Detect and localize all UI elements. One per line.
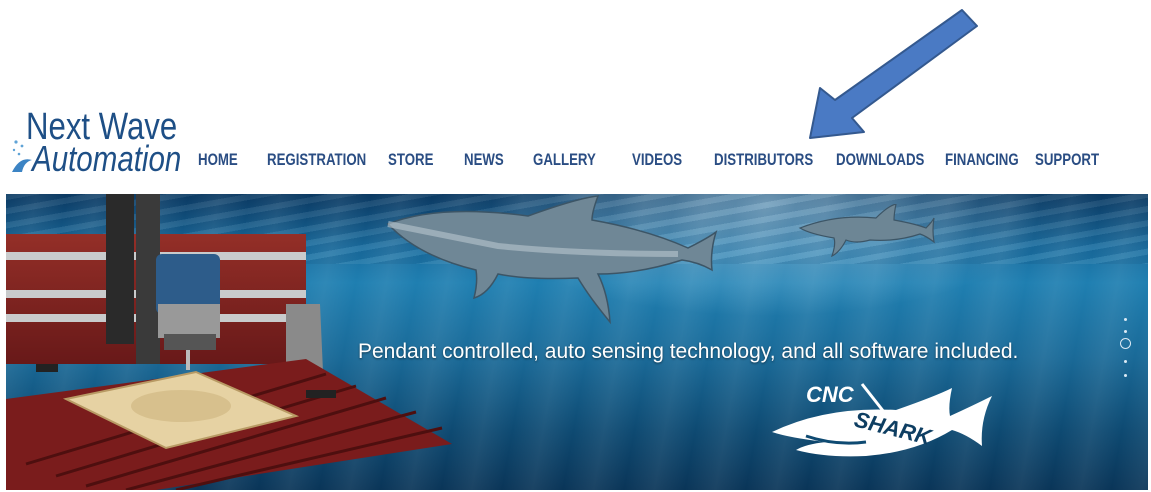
nav-news[interactable]: NEWS (464, 150, 504, 170)
main-nav: HOME REGISTRATION STORE NEWS GALLERY VID… (198, 148, 1135, 172)
logo-line-2: Automation (32, 138, 182, 179)
nav-downloads[interactable]: DOWNLOADS (836, 150, 924, 170)
slider-dot[interactable] (1124, 360, 1127, 363)
slider-dot[interactable] (1124, 374, 1127, 377)
cnc-shark-logo: CNC SHARK (772, 382, 992, 457)
slider-dot-active[interactable] (1120, 338, 1131, 349)
site-logo[interactable]: Next Wave Automation (8, 106, 183, 179)
nav-support[interactable]: SUPPORT (1035, 150, 1099, 170)
nav-financing[interactable]: FINANCING (945, 150, 1019, 170)
nav-store[interactable]: STORE (388, 150, 433, 170)
nav-home[interactable]: HOME (198, 150, 238, 170)
nav-distributors[interactable]: DISTRIBUTORS (714, 150, 813, 170)
nav-registration[interactable]: REGISTRATION (267, 150, 366, 170)
annotation-arrow (809, 9, 978, 139)
slider-dot[interactable] (1124, 318, 1127, 321)
hero-banner[interactable]: Pendant controlled, auto sensing technol… (6, 194, 1148, 490)
hero-tagline: Pendant controlled, auto sensing technol… (358, 340, 1019, 363)
shark-image (798, 204, 935, 258)
nav-gallery[interactable]: GALLERY (533, 150, 596, 170)
nav-videos[interactable]: VIDEOS (632, 150, 682, 170)
brand-cnc: CNC (806, 382, 855, 407)
slider-pagination (1119, 312, 1133, 382)
slider-dot[interactable] (1124, 330, 1127, 333)
